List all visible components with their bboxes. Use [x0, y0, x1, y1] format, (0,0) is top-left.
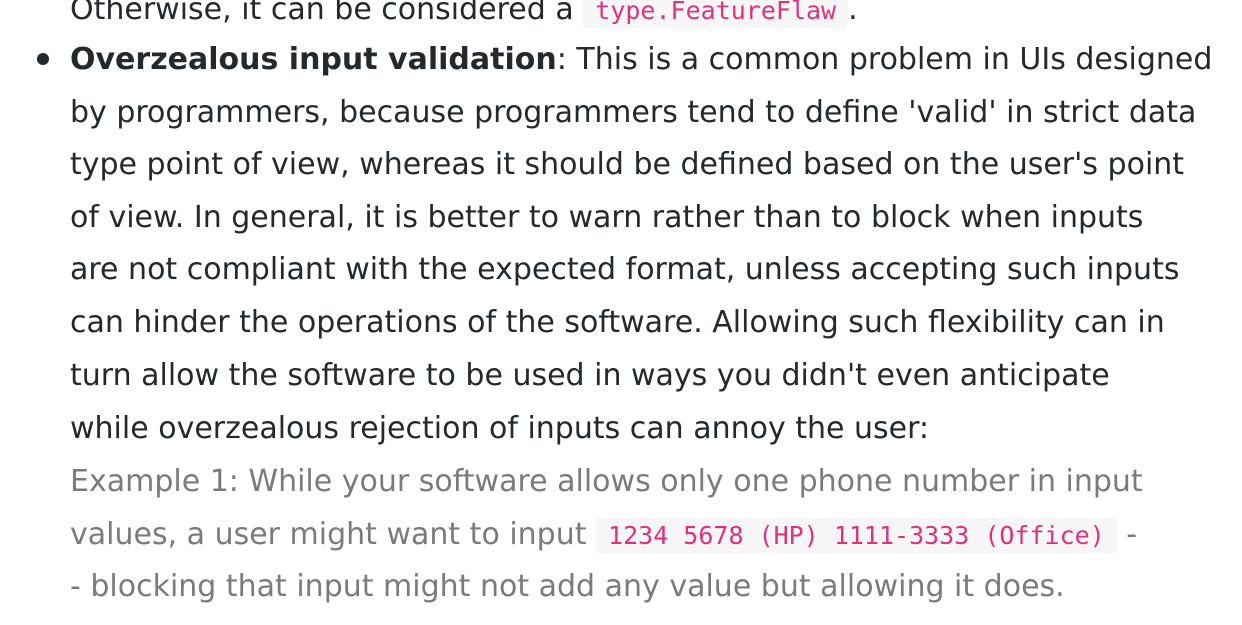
previous-paragraph-text: Otherwise, it can be considered a [70, 0, 584, 27]
list-item-line-7: turn allow the software to be used in wa… [70, 358, 1110, 393]
example-line-2-prefix: values, a user might want to input [70, 517, 597, 552]
bullet-point-icon [37, 53, 49, 65]
list-item-line-4: of view. In general, it is better to war… [70, 200, 1144, 235]
example-line-3: - blocking that input might not add any … [70, 569, 1065, 604]
example-line-1: Example 1: While your software allows on… [70, 464, 1143, 499]
list-item-term: Overzealous input validation [70, 42, 557, 77]
list-item-line-1: Overzealous input validation: This is a … [70, 34, 1212, 86]
document-page: Otherwise, it can be considered a type.F… [0, 0, 1242, 625]
example-line-2: values, a user might want to input 1234 … [70, 509, 1137, 561]
previous-paragraph-line: Otherwise, it can be considered a type.F… [70, 0, 858, 36]
list-item-line-2: by programmers, because programmers tend… [70, 95, 1197, 130]
list-item-line-6: can hinder the operations of the softwar… [70, 305, 1165, 340]
list-item-text-1: : This is a common problem in UIs design… [556, 42, 1213, 77]
list-item-line-8: while overzealous rejection of inputs ca… [70, 411, 930, 446]
list-item-line-5: are not compliant with the expected form… [70, 252, 1180, 287]
inline-code-phone-example: 1234 5678 (HP) 1111-3333 (Office) [596, 518, 1117, 553]
example-line-2-suffix: - [1116, 517, 1138, 552]
list-item-line-3: type point of view, whereas it should be… [70, 147, 1185, 182]
previous-paragraph-suffix: . [848, 0, 858, 27]
inline-code-feature-flaw: type.FeatureFlaw [583, 0, 849, 28]
